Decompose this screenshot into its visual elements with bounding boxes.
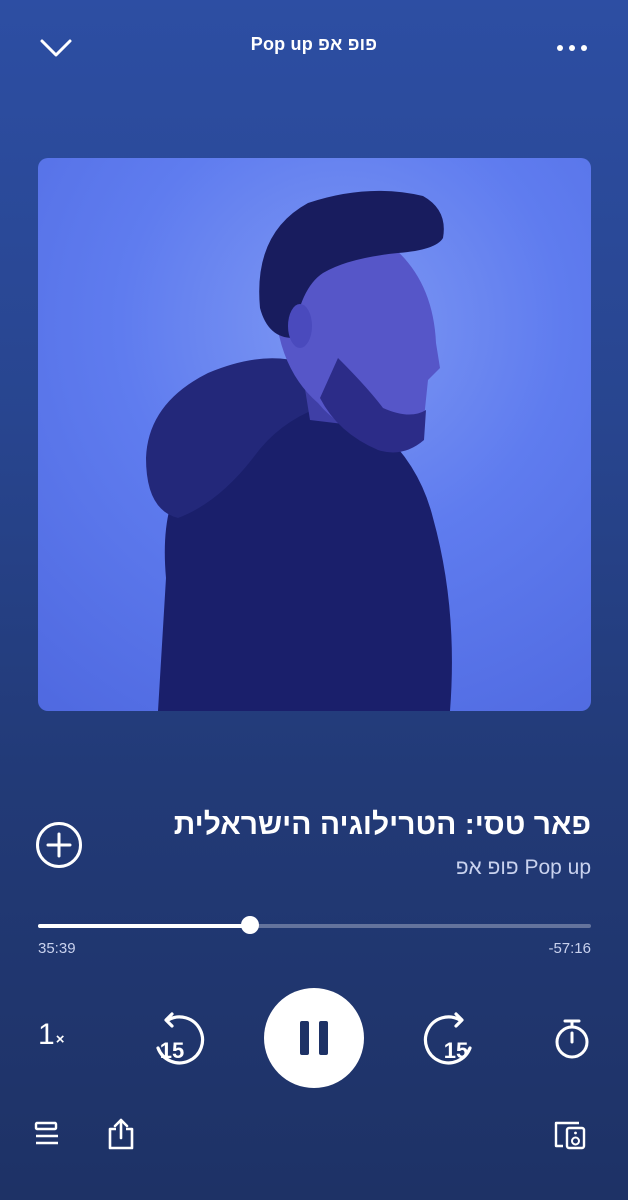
skip-forward-label: 15 — [444, 1038, 468, 1063]
episode-title: פאר טסי: הטרילוגיה הישראלית — [173, 808, 591, 841]
chevron-down-icon[interactable] — [36, 28, 76, 68]
progress-bar[interactable] — [38, 916, 591, 934]
sleep-timer-icon[interactable] — [550, 1017, 594, 1061]
more-options-icon[interactable] — [552, 28, 592, 68]
skip-forward-15-icon[interactable]: 15 — [420, 1010, 478, 1068]
artwork-portrait-image — [146, 190, 452, 711]
share-icon[interactable] — [104, 1116, 138, 1152]
top-bar: Pop up פופ אפ — [0, 0, 628, 96]
connect-device-icon[interactable] — [553, 1118, 587, 1152]
show-name[interactable]: Pop up פופ אפ — [191, 856, 591, 880]
queue-icon[interactable] — [32, 1118, 64, 1150]
pause-icon — [300, 1021, 328, 1055]
skip-back-15-icon[interactable]: 15 — [150, 1010, 208, 1068]
episode-artwork — [38, 158, 591, 711]
pause-button[interactable] — [264, 988, 364, 1088]
playback-speed-button[interactable]: 1 × — [38, 1018, 78, 1062]
skip-back-label: 15 — [160, 1038, 184, 1063]
remaining-time: -57:16 — [548, 940, 591, 957]
progress-handle[interactable] — [241, 916, 260, 934]
speed-suffix: × — [55, 1031, 65, 1048]
elapsed-time: 35:39 — [38, 940, 76, 957]
add-to-library-icon[interactable] — [34, 820, 84, 870]
progress-fill — [38, 924, 251, 928]
playlist-title: Pop up פופ אפ — [250, 34, 378, 54]
speed-value: 1 — [38, 1018, 55, 1051]
